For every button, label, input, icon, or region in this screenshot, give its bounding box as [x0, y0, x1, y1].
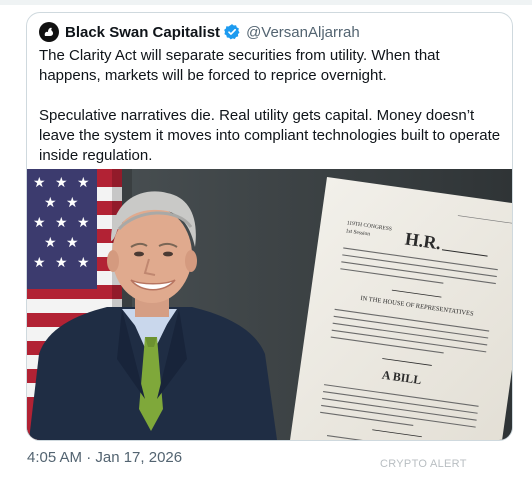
svg-text:★: ★	[55, 175, 68, 191]
top-frame-edge	[0, 0, 532, 5]
bill-document: 119TH CONGRESS 1st Session H.R. IN THE H…	[288, 176, 512, 440]
svg-text:★: ★	[77, 175, 90, 191]
svg-text:★: ★	[33, 175, 46, 191]
tweet-photo[interactable]: ★ ★ ★ ★ ★ ★ ★ ★ ★ ★ ★ ★ ★ 119TH CONGRESS…	[27, 169, 512, 440]
svg-text:★: ★	[33, 255, 46, 271]
tweet-header: Black Swan Capitalist @VersanAljarrah	[39, 21, 360, 43]
tweet-paragraph: Speculative narratives die. Real utility…	[39, 107, 501, 164]
svg-text:★: ★	[77, 215, 90, 231]
black-swan-avatar-icon[interactable]	[39, 22, 59, 42]
svg-text:★: ★	[44, 235, 57, 251]
tweet-paragraph: The Clarity Act will separate securities…	[39, 47, 440, 84]
svg-text:★: ★	[66, 195, 79, 211]
crypto-alert-watermark: CRYPTO ALERT	[380, 458, 467, 470]
svg-text:★: ★	[44, 195, 57, 211]
verified-badge-icon	[223, 23, 241, 41]
author-handle[interactable]: @VersanAljarrah	[246, 24, 360, 41]
tweet-body: The Clarity Act will separate securities…	[39, 46, 501, 186]
author-name[interactable]: Black Swan Capitalist	[65, 24, 220, 41]
svg-text:★: ★	[66, 235, 79, 251]
quoted-tweet-card[interactable]: Black Swan Capitalist @VersanAljarrah Th…	[26, 12, 513, 441]
svg-text:★: ★	[33, 215, 46, 231]
tweet-timestamp[interactable]: 4:05 AM · Jan 17, 2026	[27, 449, 182, 466]
svg-text:★: ★	[55, 255, 68, 271]
svg-text:★: ★	[77, 255, 90, 271]
svg-text:★: ★	[55, 215, 68, 231]
